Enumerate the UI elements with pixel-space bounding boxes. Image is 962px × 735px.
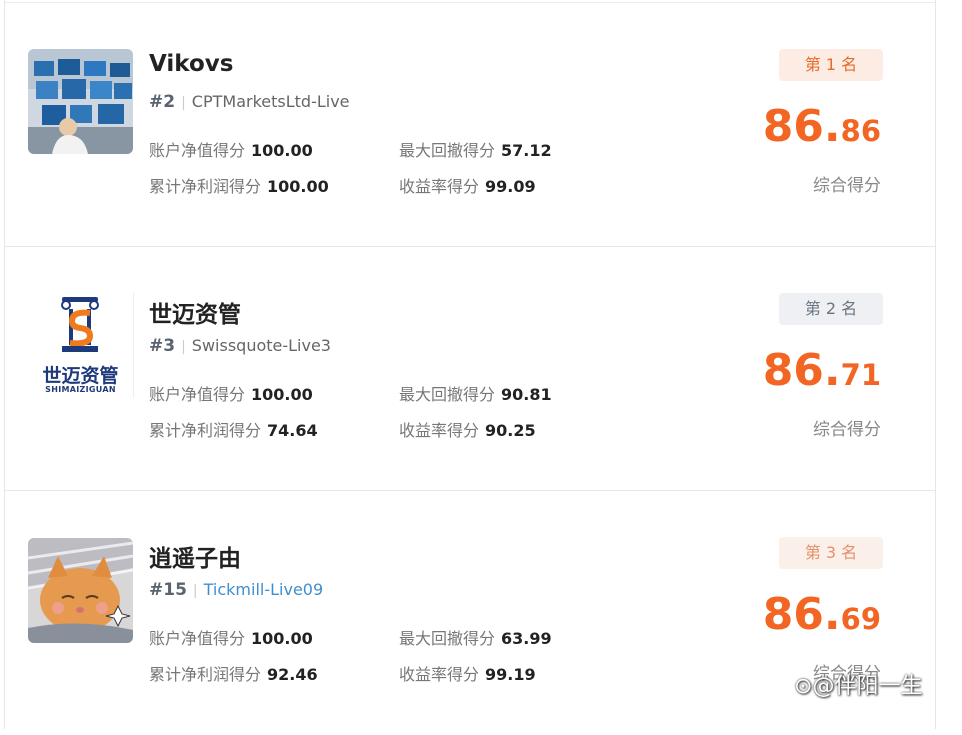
- metric-value: 100.00: [251, 141, 313, 160]
- trader-rank-number: #15: [149, 580, 187, 600]
- drawdown-score: 最大回撤得分 63.99: [399, 625, 552, 649]
- watermark-text: @伴阳一生: [812, 674, 923, 699]
- account-link[interactable]: Swissquote-Live3: [192, 336, 331, 355]
- equity-score: 账户净值得分 100.00: [149, 137, 313, 161]
- trader-name[interactable]: 逍遥子由: [149, 539, 241, 573]
- metric-label: 最大回撤得分: [399, 629, 496, 648]
- metric-value: 74.64: [267, 421, 318, 440]
- metric-label: 收益率得分: [399, 665, 480, 684]
- metric-value: 100.00: [251, 385, 313, 404]
- trader-rank-number: #2: [149, 92, 176, 112]
- metric-value: 100.00: [267, 177, 329, 196]
- account-info: #3 | Swissquote-Live3: [149, 336, 331, 356]
- profit-score: 累计净利润得分 74.64: [149, 417, 318, 441]
- metric-label: 收益率得分: [399, 421, 480, 440]
- overall-score-label: 综合得分: [813, 176, 881, 196]
- metric-label: 账户净值得分: [149, 629, 246, 648]
- yield-score: 收益率得分 99.19: [399, 661, 536, 685]
- trader-card[interactable]: Vikovs #2 | CPTMarketsLtd-Live 账户净值得分 100.0…: [5, 3, 935, 247]
- trader-avatar[interactable]: [28, 538, 133, 643]
- score-decimal: 86: [840, 114, 881, 148]
- trader-avatar[interactable]: 世迈资管 SHIMAIZIGUAN: [28, 293, 134, 398]
- trader-card[interactable]: 世迈资管 SHIMAIZIGUAN 世迈资管 #3 | Swissquote-Liv…: [5, 247, 935, 491]
- equity-score: 账户净值得分 100.00: [149, 625, 313, 649]
- score-decimal: 71: [840, 358, 881, 392]
- watermark: ⊙@伴阳一生: [794, 668, 922, 700]
- score-decimal: 69: [840, 602, 881, 636]
- trader-name[interactable]: 世迈资管: [149, 295, 241, 329]
- separator: |: [192, 583, 198, 599]
- metric-value: 99.19: [485, 665, 536, 684]
- rank-badge: 第 3 名: [779, 537, 883, 569]
- yield-score: 收益率得分 90.25: [399, 417, 536, 441]
- weibo-icon: ⊙: [794, 674, 813, 699]
- separator: |: [181, 95, 186, 111]
- rank-badge: 第 1 名: [779, 49, 883, 81]
- metric-value: 90.81: [501, 385, 552, 404]
- metric-value: 63.99: [501, 629, 552, 648]
- overall-score: 86.69: [763, 589, 881, 640]
- metric-label: 累计净利润得分: [149, 177, 262, 196]
- score-integer: 86.: [762, 589, 841, 640]
- logo-text: 世迈资管: [42, 365, 119, 387]
- metric-label: 累计净利润得分: [149, 421, 262, 440]
- account-link[interactable]: CPTMarketsLtd-Live: [192, 92, 350, 111]
- drawdown-score: 最大回撤得分 90.81: [399, 381, 552, 405]
- profit-score: 累计净利润得分 100.00: [149, 173, 329, 197]
- trader-avatar[interactable]: [28, 49, 133, 154]
- metric-value: 57.12: [501, 141, 552, 160]
- metric-label: 收益率得分: [399, 177, 480, 196]
- profit-score: 累计净利润得分 92.46: [149, 661, 318, 685]
- equity-score: 账户净值得分 100.00: [149, 381, 313, 405]
- score-integer: 86.: [762, 345, 841, 396]
- metric-label: 账户净值得分: [149, 141, 246, 160]
- account-link[interactable]: Tickmill-Live09: [204, 580, 324, 599]
- rank-badge: 第 2 名: [779, 293, 883, 325]
- metric-label: 累计净利润得分: [149, 665, 262, 684]
- metric-value: 100.00: [251, 629, 313, 648]
- account-info: #15 | Tickmill-Live09: [149, 580, 323, 600]
- trader-name[interactable]: Vikovs: [149, 51, 233, 77]
- metric-value: 92.46: [267, 665, 318, 684]
- metric-label: 最大回撤得分: [399, 385, 496, 404]
- metric-value: 99.09: [485, 177, 536, 196]
- metric-value: 90.25: [485, 421, 536, 440]
- metric-label: 账户净值得分: [149, 385, 246, 404]
- trader-rank-number: #3: [149, 336, 176, 356]
- logo-subtext: SHIMAIZIGUAN: [45, 385, 116, 394]
- drawdown-score: 最大回撤得分 57.12: [399, 137, 552, 161]
- overall-score: 86.71: [763, 345, 881, 396]
- score-integer: 86.: [762, 101, 841, 152]
- overall-score: 86.86: [763, 101, 881, 152]
- metric-label: 最大回撤得分: [399, 141, 496, 160]
- yield-score: 收益率得分 99.09: [399, 173, 536, 197]
- separator: |: [181, 339, 186, 355]
- overall-score-label: 综合得分: [813, 420, 881, 440]
- trader-ranking-list: Vikovs #2 | CPTMarketsLtd-Live 账户净值得分 100.0…: [4, 0, 936, 729]
- account-info: #2 | CPTMarketsLtd-Live: [149, 92, 350, 112]
